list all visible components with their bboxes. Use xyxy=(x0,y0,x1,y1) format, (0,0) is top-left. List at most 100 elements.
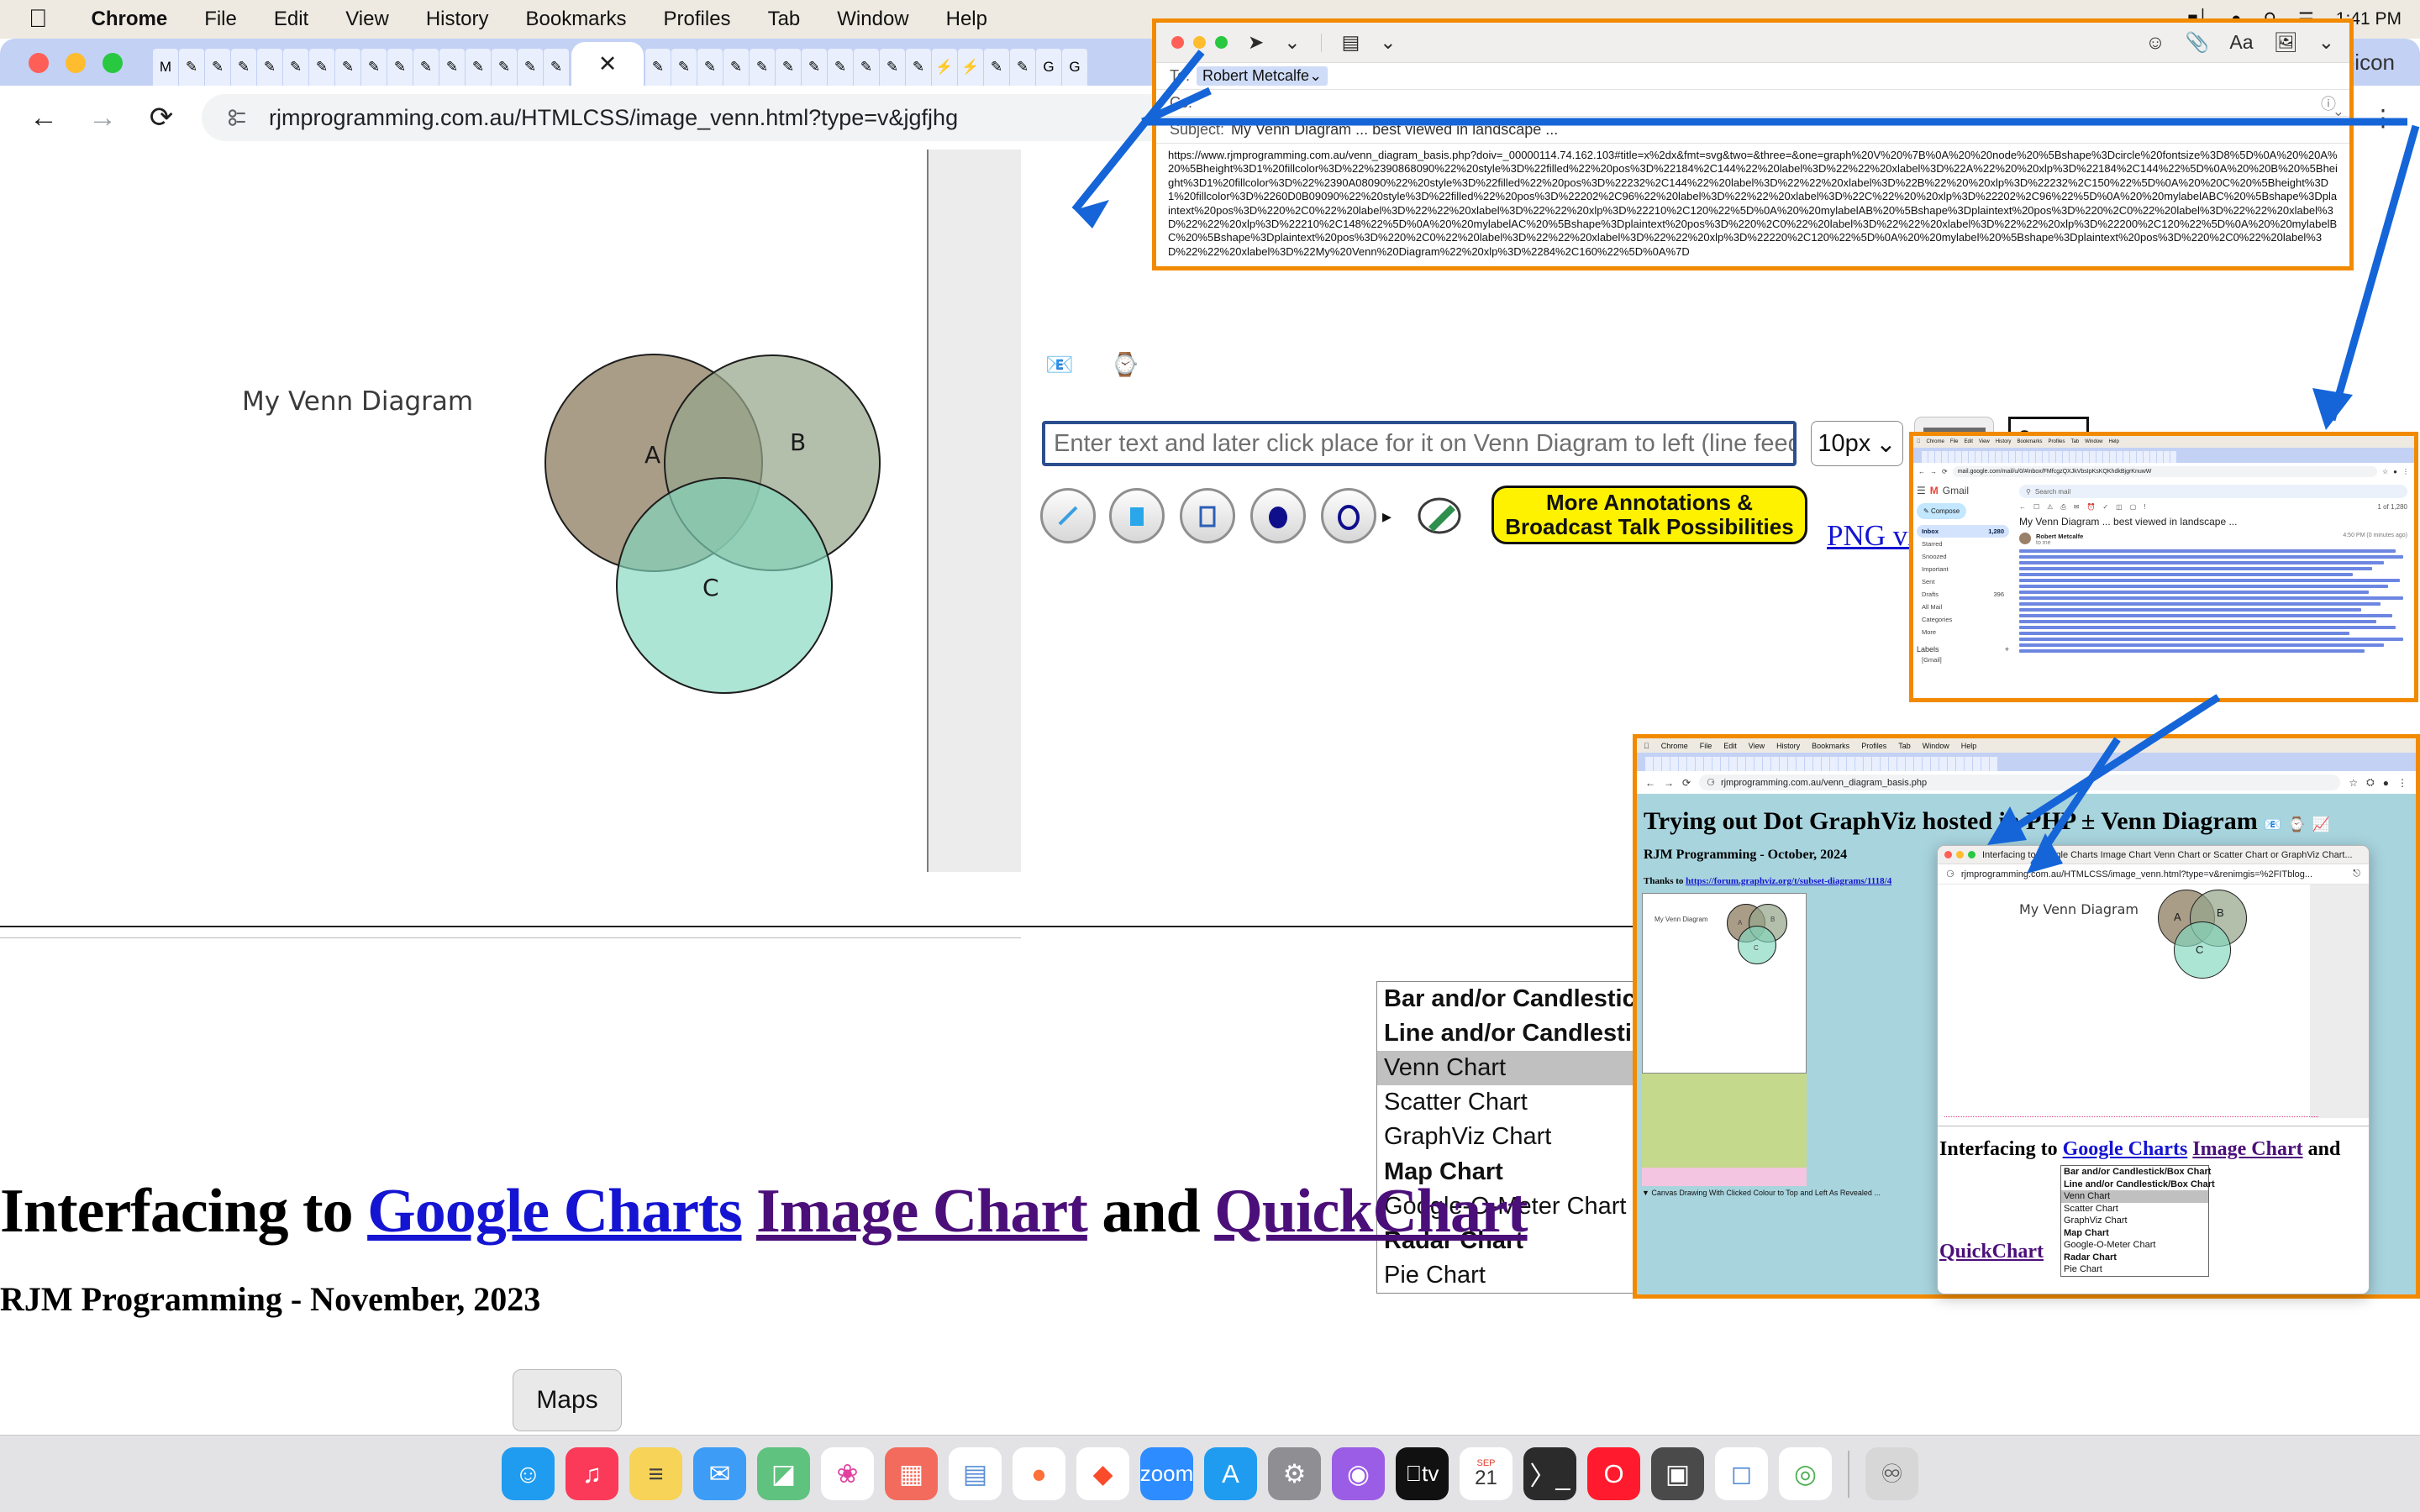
send-paper-plane-icon[interactable]: ➤ xyxy=(1248,31,1264,54)
mail-subject-row[interactable]: Subject: My Venn Diagram ... best viewed… xyxy=(1156,117,2349,144)
tab-item[interactable]: ✎ xyxy=(518,49,543,86)
dock-item-appstore[interactable]: A xyxy=(1204,1447,1257,1500)
menu-item-history[interactable]: History xyxy=(408,8,508,31)
tab-item[interactable]: ✎ xyxy=(671,49,697,86)
tab-item-google[interactable]: G xyxy=(1062,49,1087,86)
quickchart-link[interactable]: QuickChart xyxy=(1214,1177,1528,1246)
menu-item-window[interactable]: Window xyxy=(818,8,927,31)
dock-item-chrome[interactable]: ◎ xyxy=(1779,1447,1832,1500)
popup-window[interactable]: Interfacing to Google Charts Image Chart… xyxy=(1937,845,2370,1294)
kebab-menu-icon[interactable]: ⋮ xyxy=(2371,104,2395,132)
dock-item-podcasts[interactable]: ◉ xyxy=(1332,1447,1385,1500)
mail-cc-row[interactable]: Cc: ⓘ xyxy=(1156,90,2349,117)
dock-item-maps[interactable]: ◪ xyxy=(757,1447,810,1500)
dock-item-finder[interactable]: ☺ xyxy=(502,1447,555,1500)
insert-image-icon[interactable]: 🖼 xyxy=(2274,31,2298,54)
dock-item-calendar-day[interactable]: SEP 21 xyxy=(1460,1447,1512,1500)
menu-item-profiles[interactable]: Profiles xyxy=(645,8,750,31)
tab-item[interactable]: ⚡ xyxy=(958,49,983,86)
mail-body-chevron-down-icon[interactable]: ⌄ xyxy=(2333,103,2344,120)
menu-item-chrome[interactable]: Chrome xyxy=(73,8,187,31)
more-annotations-button[interactable]: More Annotations & Broadcast Talk Possib… xyxy=(1491,486,1807,544)
tab-list[interactable]: M ✎ ✎ ✎ ✎ ✎ ✎ ✎ ✎ ✎ ✎ ✎ ✎ ✎ ✎ ✎ ✕ ✎ ✎ ✎ … xyxy=(153,39,1088,86)
filled-ellipse-tool-icon[interactable] xyxy=(1250,488,1306,543)
macos-dock[interactable]: ☺ ♫ ≡ ✉ ◪ ❀ ▦ ▤ ● ◆ zoom A ⚙ ◉ tv SEP21… xyxy=(0,1435,2420,1512)
tab-gmail[interactable]: M xyxy=(153,49,178,86)
chart-list-item[interactable]: Pie Chart xyxy=(1377,1258,1653,1293)
chart-list-item-selected[interactable]: Venn Chart xyxy=(1377,1051,1653,1086)
popup-image-chart-link[interactable]: Image Chart xyxy=(2192,1138,2302,1160)
popup-chart-list-item[interactable]: Radar Chart xyxy=(2061,1252,2208,1264)
block-popup-icon[interactable]: ⎋ xyxy=(2353,869,2360,879)
tab-item[interactable]: ✎ xyxy=(776,49,801,86)
dock-item-preview[interactable]: ◻ xyxy=(1715,1447,1768,1500)
tab-item[interactable]: ✎ xyxy=(413,49,439,86)
menu-item-view[interactable]: View xyxy=(327,8,408,31)
tab-item[interactable]: ✎ xyxy=(854,49,879,86)
tab-item[interactable]: ✎ xyxy=(335,49,360,86)
popup-maximize-button[interactable] xyxy=(1968,851,1975,858)
chart-list-item[interactable]: Scatter Chart xyxy=(1377,1085,1653,1120)
popup-address-bar[interactable]: ⚆ rjmprogramming.com.au/HTMLCSS/image_ve… xyxy=(1938,864,2369,885)
tab-item[interactable]: ✎ xyxy=(387,49,413,86)
recipient-chevron-down-icon[interactable]: ⌄ xyxy=(1309,67,1322,84)
mail-close-button[interactable] xyxy=(1171,36,1184,49)
dock-item-music[interactable]: ♫ xyxy=(566,1447,618,1500)
tool-expand-arrow-icon[interactable]: ▸ xyxy=(1382,506,1392,528)
tab-item[interactable]: ✎ xyxy=(697,49,723,86)
maximize-window-button[interactable] xyxy=(103,53,123,73)
send-options-chevron-down-icon[interactable]: ⌄ xyxy=(1284,31,1300,54)
popup-chart-list-item-selected[interactable]: Venn Chart xyxy=(2061,1190,2208,1203)
menu-item-help[interactable]: Help xyxy=(928,8,1006,31)
dock-item-terminal[interactable]: 〉_ xyxy=(1523,1447,1576,1500)
reload-icon[interactable]: ⟳ xyxy=(143,101,180,134)
annotation-text-input[interactable]: Enter text and later click place for it … xyxy=(1042,421,1797,466)
dock-item-calendar[interactable]: ▦ xyxy=(885,1447,938,1500)
image-chart-link[interactable]: Image Chart xyxy=(756,1177,1088,1246)
popup-chart-list-item[interactable]: Pie Chart xyxy=(2061,1263,2208,1276)
dock-item-appletv[interactable]: tv xyxy=(1396,1447,1449,1500)
dock-item-zoom[interactable]: zoom xyxy=(1140,1447,1193,1500)
forward-arrow-icon[interactable]: → xyxy=(84,102,121,134)
mail-compose-window[interactable]: ➤ ⌄ ▤ ⌄ ☺ 📎 Aa 🖼 ⌄ To: Robert Metcalfe⌄ … xyxy=(1152,18,2354,270)
mail-traffic-lights[interactable] xyxy=(1171,36,1228,49)
mail-body-text[interactable]: https://www.rjmprogramming.com.au/venn_d… xyxy=(1156,144,2349,303)
menu-item-tab[interactable]: Tab xyxy=(750,8,819,31)
font-size-select[interactable]: 10px ⌄ xyxy=(1811,421,1903,466)
window-traffic-lights[interactable] xyxy=(29,53,123,73)
dock-item-firefox[interactable]: ● xyxy=(1013,1447,1065,1500)
popup-chart-list-item[interactable]: Bar and/or Candlestick/Box Chart xyxy=(2061,1166,2211,1179)
tab-item[interactable]: ⚡ xyxy=(932,49,957,86)
venn-circle-c[interactable] xyxy=(616,477,833,694)
mail-to-row[interactable]: To: Robert Metcalfe⌄ xyxy=(1156,63,2349,90)
mail-recipient-chip[interactable]: Robert Metcalfe⌄ xyxy=(1197,66,1328,86)
mail-options-chevron-down-icon[interactable]: ⌄ xyxy=(2318,31,2334,54)
popup-chart-list-item[interactable]: Map Chart xyxy=(2061,1227,2208,1240)
popup-chart-list-item[interactable]: GraphViz Chart xyxy=(2061,1215,2208,1227)
tab-item[interactable]: ✎ xyxy=(439,49,465,86)
tab-item[interactable]: ✎ xyxy=(205,49,230,86)
popup-chart-list-item[interactable]: Google-O-Meter Chart xyxy=(2061,1239,2208,1252)
mail-minimize-button[interactable] xyxy=(1193,36,1206,49)
popup-chart-list-item[interactable]: Line and/or Candlestick/Box Chart xyxy=(2061,1179,2215,1191)
popup-minimize-button[interactable] xyxy=(1956,851,1964,858)
chart-list-item[interactable]: Bar and/or Candlestick/Box Chart xyxy=(1377,982,1773,1016)
tab-item[interactable]: ✎ xyxy=(466,49,491,86)
popup-google-charts-link[interactable]: Google Charts xyxy=(2063,1138,2188,1160)
tab-item[interactable]: ✎ xyxy=(984,49,1009,86)
tab-item-google[interactable]: G xyxy=(1036,49,1061,86)
menu-item-file[interactable]: File xyxy=(186,8,255,31)
back-arrow-icon[interactable]: ← xyxy=(25,102,62,134)
dock-item-notes[interactable]: ≡ xyxy=(629,1447,682,1500)
tab-item[interactable]: ✎ xyxy=(1010,49,1035,86)
venn-canvas[interactable]: My Venn Diagram A B C xyxy=(0,150,929,872)
popup-traffic-lights[interactable] xyxy=(1944,851,1975,858)
dock-item-files[interactable]: ▤ xyxy=(949,1447,1002,1500)
chart-type-list[interactable]: Bar and/or Candlestick/Box Chart Line an… xyxy=(1376,981,1782,1294)
popup-chart-type-list[interactable]: Bar and/or Candlestick/Box Chart Line an… xyxy=(2060,1165,2215,1277)
mail-maximize-button[interactable] xyxy=(1215,36,1228,49)
google-charts-link[interactable]: Google Charts xyxy=(367,1177,742,1246)
chart-list-item[interactable]: GraphViz Chart xyxy=(1377,1120,1653,1154)
tab-item[interactable]: ✎ xyxy=(750,49,775,86)
dock-item-trash[interactable]: ♾ xyxy=(1865,1447,1918,1500)
